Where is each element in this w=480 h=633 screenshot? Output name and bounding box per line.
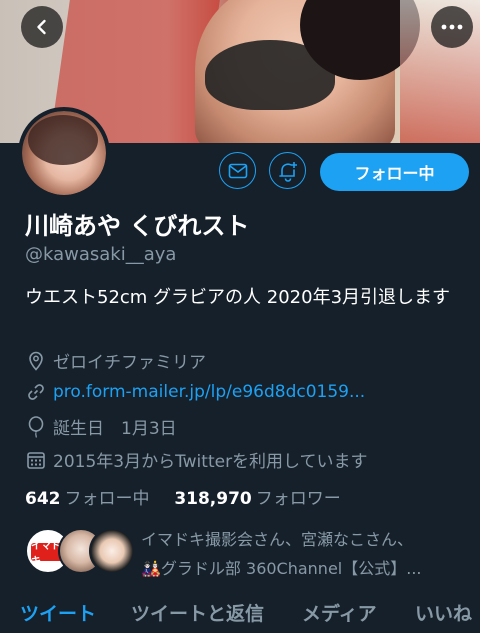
balloon-icon xyxy=(25,415,47,438)
location-text: ゼロイチファミリア xyxy=(53,353,206,373)
more-options-button[interactable] xyxy=(431,6,473,48)
website-row[interactable]: pro.form-mailer.jp/lp/e96d8dc0159... xyxy=(25,381,365,403)
following-link[interactable]: 642 フォロー中 xyxy=(25,489,155,509)
followers-you-know-avatars[interactable]: イマドキ xyxy=(25,528,135,576)
bell-plus-icon xyxy=(278,161,297,182)
follow-stats: 642 フォロー中 318,970 フォロワー xyxy=(25,484,341,509)
birthday-text: 誕生日 1月3日 xyxy=(53,419,177,439)
user-handle: @kawasaki__aya xyxy=(25,244,177,265)
notifications-button[interactable] xyxy=(269,152,306,189)
profile-bio: ウエスト52cm グラビアの人 2020年3月引退します xyxy=(25,287,451,308)
following-button[interactable]: フォロー中 xyxy=(320,153,469,191)
mini-avatar xyxy=(89,528,135,574)
avatar-photo-hair xyxy=(28,115,98,165)
link-icon xyxy=(25,381,47,403)
back-button[interactable] xyxy=(21,6,63,48)
more-dots-icon xyxy=(441,24,463,30)
location-pin-icon xyxy=(25,350,47,372)
followers-count: 318,970 xyxy=(174,489,252,509)
tab-tweets[interactable]: ツイート xyxy=(20,599,96,626)
following-label: フォロー中 xyxy=(64,489,150,509)
calendar-icon xyxy=(25,449,47,471)
back-arrow-icon xyxy=(37,19,46,35)
profile-avatar[interactable] xyxy=(18,107,110,199)
website-link[interactable]: pro.form-mailer.jp/lp/e96d8dc0159... xyxy=(53,382,365,402)
tab-tweets-and-replies[interactable]: ツイートと返信 xyxy=(131,599,264,626)
message-button[interactable] xyxy=(219,152,256,189)
tab-media[interactable]: メディア xyxy=(302,599,377,626)
location-row: ゼロイチファミリア xyxy=(25,348,206,373)
followers-link[interactable]: 318,970 フォロワー xyxy=(174,489,340,509)
following-count: 642 xyxy=(25,489,61,509)
display-name: 川崎あや くびれスト xyxy=(25,212,250,240)
profile-tabs: ツイート ツイートと返信 メディア いいね xyxy=(0,595,480,633)
joined-row: 2015年3月からTwitterを利用しています xyxy=(25,447,368,472)
mail-icon xyxy=(228,163,247,178)
followers-you-know-line: イマドキ撮影会さん、宮瀬なこさん、 xyxy=(141,530,414,549)
followers-you-know-text[interactable]: イマドキ撮影会さん、宮瀬なこさん、 🎎グラドル部 360Channel【公式】.… xyxy=(141,525,476,583)
joined-text: 2015年3月からTwitterを利用しています xyxy=(53,452,368,472)
followers-label: フォロワー xyxy=(255,489,341,509)
tab-likes[interactable]: いいね xyxy=(415,599,472,626)
followers-you-know-line: 🎎グラドル部 360Channel【公式】... xyxy=(141,559,422,578)
birthday-row: 誕生日 1月3日 xyxy=(25,414,177,439)
